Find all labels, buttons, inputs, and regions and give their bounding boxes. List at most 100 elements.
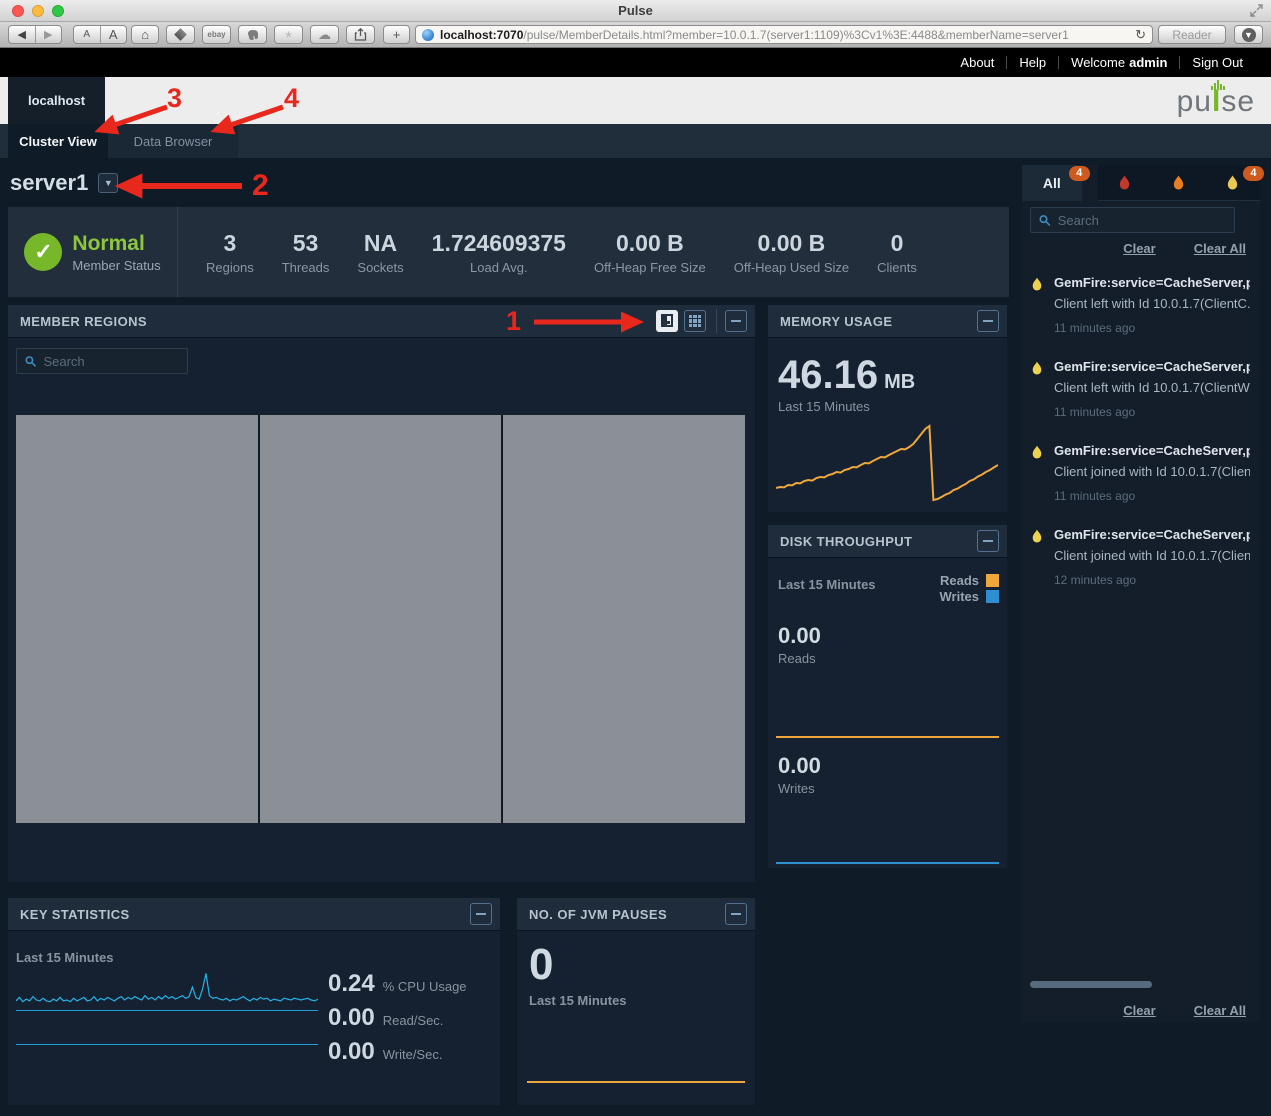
treemap-view-button[interactable] bbox=[656, 310, 678, 332]
grid-view-button[interactable] bbox=[684, 310, 706, 332]
help-link[interactable]: Help bbox=[1007, 55, 1058, 70]
stat-label: Clients bbox=[877, 260, 917, 275]
treemap-region-block[interactable] bbox=[260, 415, 502, 823]
asterisk-icon: * bbox=[285, 28, 292, 48]
notification-tabs: All 4 4 bbox=[1022, 165, 1260, 201]
tab-error-notifications[interactable] bbox=[1152, 165, 1206, 201]
notifications-search[interactable] bbox=[1030, 207, 1235, 233]
about-link[interactable]: About bbox=[948, 55, 1006, 70]
regions-search[interactable] bbox=[16, 348, 188, 374]
read-value: 0.00 bbox=[328, 1004, 375, 1032]
collapse-panel-button[interactable] bbox=[470, 903, 492, 925]
tab-warning-notifications[interactable]: 4 bbox=[1206, 165, 1260, 201]
read-sec-baseline bbox=[16, 1010, 318, 1011]
url-host: localhost:7070 bbox=[440, 28, 523, 42]
member-name: server1 bbox=[10, 170, 88, 196]
reader-button[interactable]: Reader bbox=[1158, 25, 1226, 44]
disk-throughput-header: DISK THROUGHPUT bbox=[768, 525, 1007, 558]
host-tab-localhost[interactable]: localhost bbox=[8, 77, 105, 124]
screen: Pulse ◀ ▶ A A ⌂ ebay * bbox=[0, 0, 1271, 1116]
member-header: server1 ▼ bbox=[10, 170, 118, 196]
stat-threads: 53 Threads bbox=[268, 230, 344, 275]
share-icon bbox=[354, 28, 367, 41]
write-label: Write/Sec. bbox=[383, 1047, 443, 1062]
evernote-button[interactable] bbox=[238, 25, 267, 44]
flame-icon bbox=[1031, 360, 1043, 376]
minus-icon bbox=[731, 320, 741, 322]
tab-cluster-view[interactable]: Cluster View bbox=[8, 124, 108, 158]
share-button[interactable] bbox=[346, 25, 375, 44]
regions-search-input[interactable] bbox=[43, 354, 179, 369]
reads-chart-baseline bbox=[776, 736, 999, 738]
reload-icon[interactable]: ↻ bbox=[1135, 27, 1146, 43]
collapse-panel-button[interactable] bbox=[725, 310, 747, 332]
stat-label: Sockets bbox=[357, 260, 403, 275]
notification-desc: Client left with Id 10.0.1.7(ClientW.. bbox=[1054, 380, 1250, 395]
url-bar[interactable]: localhost:7070 /pulse/MemberDetails.html… bbox=[415, 25, 1153, 44]
site-favicon bbox=[422, 29, 434, 41]
notification-title: GemFire:service=CacheServer,port=404 bbox=[1054, 443, 1250, 458]
legend-writes: Writes bbox=[940, 589, 1000, 604]
new-tab-button[interactable]: + bbox=[383, 25, 410, 44]
tab-all-notifications[interactable]: All 4 bbox=[1022, 165, 1082, 201]
notifications-sidebar: All 4 4 bbox=[1022, 165, 1260, 1022]
browser-toolbar: ◀ ▶ A A ⌂ ebay * ☁ bbox=[0, 22, 1271, 48]
clear-link[interactable]: Clear bbox=[1123, 1003, 1156, 1018]
resize-icon[interactable] bbox=[1250, 4, 1263, 17]
notification-item[interactable]: GemFire:service=CacheServer,port=404 Cli… bbox=[1022, 265, 1260, 349]
ebay-button[interactable]: ebay bbox=[202, 25, 231, 44]
flame-icon bbox=[1031, 528, 1043, 544]
stat-load-avg: 1.724609375 Load Avg. bbox=[418, 230, 580, 275]
notifications-search-input[interactable] bbox=[1058, 213, 1226, 228]
font-size-buttons[interactable]: A A bbox=[73, 25, 127, 44]
notification-desc: Client joined with Id 10.0.1.7(Clien.. bbox=[1054, 464, 1250, 479]
evernote-elephant-icon bbox=[246, 29, 260, 41]
cpu-sparkline-chart bbox=[16, 970, 318, 1006]
tab-data-browser[interactable]: Data Browser bbox=[108, 124, 238, 158]
downloads-button[interactable]: ▼ bbox=[1234, 25, 1263, 44]
minus-icon bbox=[983, 540, 993, 542]
notification-item[interactable]: GemFire:service=CacheServer,port=404 Cli… bbox=[1022, 349, 1260, 433]
icloud-tabs-button[interactable]: ☁ bbox=[310, 25, 339, 44]
clear-all-link[interactable]: Clear All bbox=[1194, 1003, 1246, 1018]
notification-item[interactable]: GemFire:service=CacheServer,port=404 Cli… bbox=[1022, 517, 1260, 601]
bookmark-extension-button[interactable] bbox=[166, 25, 195, 44]
collapse-panel-button[interactable] bbox=[977, 310, 999, 332]
forward-icon[interactable]: ▶ bbox=[36, 28, 62, 41]
legend-reads: Reads bbox=[940, 573, 999, 588]
back-forward-buttons[interactable]: ◀ ▶ bbox=[8, 25, 62, 44]
smaller-text-button[interactable]: A bbox=[74, 29, 100, 40]
stat-value: 1.724609375 bbox=[432, 230, 566, 257]
jvm-pauses-header: NO. OF JVM PAUSES bbox=[517, 898, 755, 931]
chevron-down-icon: ▼ bbox=[104, 178, 113, 188]
disk-caption: Last 15 Minutes bbox=[778, 577, 876, 592]
member-dropdown-button[interactable]: ▼ bbox=[98, 173, 118, 193]
status-label: Member Status bbox=[72, 258, 160, 273]
member-status-block: ✓ Normal Member Status bbox=[8, 207, 178, 297]
stat-value: 0 bbox=[877, 230, 917, 257]
masthead: localhost pulse bbox=[0, 77, 1271, 124]
horizontal-scrollbar[interactable] bbox=[1030, 981, 1152, 988]
tab-severe-notifications[interactable] bbox=[1098, 165, 1152, 201]
larger-text-button[interactable]: A bbox=[101, 27, 127, 42]
read-label: Read/Sec. bbox=[383, 1013, 444, 1028]
clear-all-link[interactable]: Clear All bbox=[1194, 241, 1246, 256]
url-path: /pulse/MemberDetails.html?member=10.0.1.… bbox=[523, 28, 1129, 42]
sign-out-link[interactable]: Sign Out bbox=[1180, 55, 1255, 70]
home-button[interactable]: ⌂ bbox=[131, 25, 159, 44]
treemap-region-block[interactable] bbox=[503, 415, 745, 823]
legend-writes-label: Writes bbox=[940, 589, 980, 604]
treemap-region-block[interactable] bbox=[16, 415, 258, 823]
notification-item[interactable]: GemFire:service=CacheServer,port=404 Cli… bbox=[1022, 433, 1260, 517]
separator bbox=[716, 309, 717, 333]
collapse-panel-button[interactable] bbox=[725, 903, 747, 925]
panel-title: MEMORY USAGE bbox=[780, 314, 977, 329]
disabled-extension-button[interactable]: * bbox=[274, 25, 303, 44]
panel-title: MEMBER REGIONS bbox=[20, 314, 650, 329]
clear-link[interactable]: Clear bbox=[1123, 241, 1156, 256]
collapse-panel-button[interactable] bbox=[977, 530, 999, 552]
member-regions-panel: MEMBER REGIONS bbox=[8, 305, 755, 882]
memory-usage-chart bbox=[776, 417, 998, 505]
nav-strip: Cluster View Data Browser bbox=[0, 124, 1271, 158]
back-icon[interactable]: ◀ bbox=[9, 28, 35, 41]
